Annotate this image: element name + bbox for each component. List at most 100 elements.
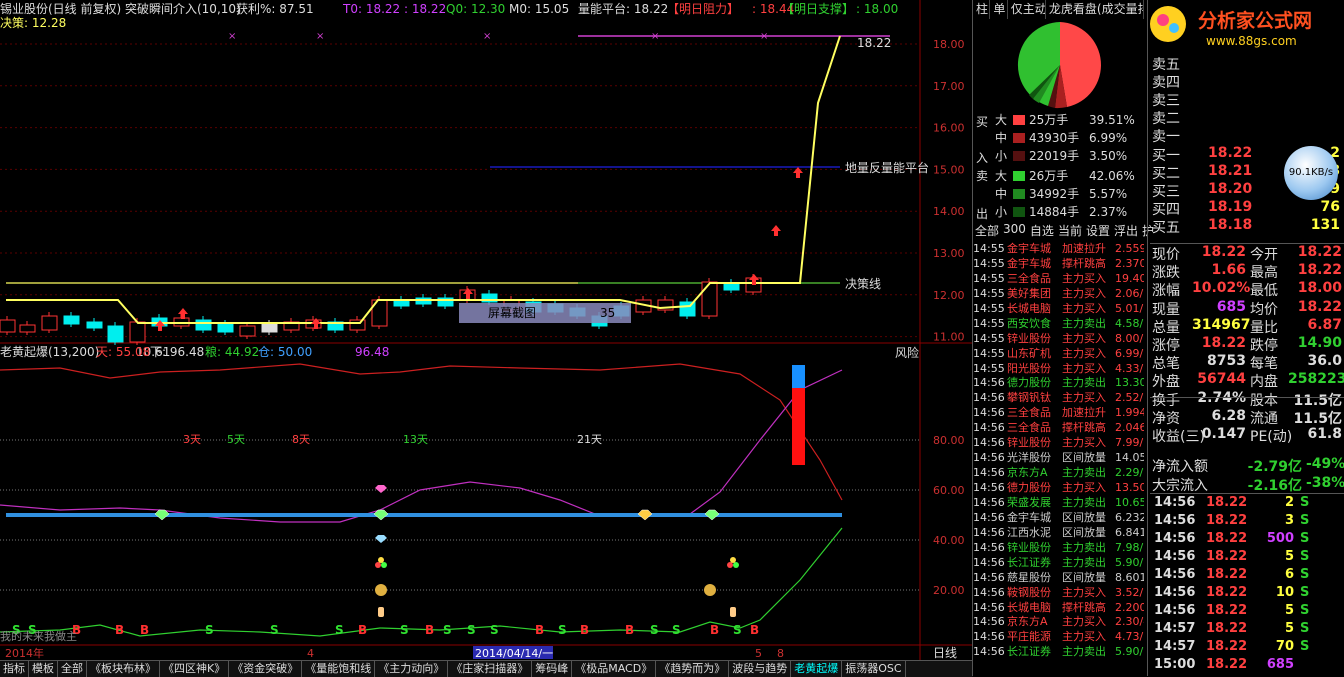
tick-row[interactable]: 14:55阳光股份主力买入 4.33/3 xyxy=(973,361,1144,376)
x-date-text: 2014/04/14/一 xyxy=(475,647,553,660)
day-mark-21: 21天 xyxy=(577,433,602,446)
quote-label: 今开 xyxy=(1250,247,1278,263)
gem-icon xyxy=(375,535,387,543)
tick-list[interactable]: 14:55 金宇车城 加速拉升 2.559 14:55 金宇车城 撑杆跳高 2.370 14:5… xyxy=(973,241,1144,662)
indicator-tab[interactable]: 老黄起爆 xyxy=(791,661,843,677)
flow-bar-item[interactable]: 当前 xyxy=(1056,222,1084,240)
right-tab[interactable]: 仅主动 xyxy=(1008,0,1046,19)
flow-bar-item[interactable]: 浮出 xyxy=(1112,222,1140,240)
gem-icon xyxy=(704,509,720,521)
indicator-tab[interactable]: 模板 xyxy=(29,661,58,677)
tick-row[interactable]: 14:56 德力股份 主力买入 13.50 xyxy=(973,480,1144,495)
tick-row[interactable]: 14:56 金宇车城 区间放量 6.232 xyxy=(973,510,1144,525)
net-flow-value: -2.16亿 xyxy=(1247,478,1302,494)
flow-percent: 39.51% xyxy=(1089,113,1135,127)
footer-watermark: 我的未来我做主 xyxy=(0,629,77,643)
indicator-tab[interactable]: 波段与趋势 xyxy=(729,661,792,677)
indicator-tab[interactable]: 振荡器OSC xyxy=(842,661,906,677)
tick-row[interactable]: 14:56攀钢钒钛主力买入 2.52/1 xyxy=(973,390,1144,405)
quote-label: 涨幅 xyxy=(1152,283,1180,300)
tick-row[interactable]: 14:56京东方A 主力卖出 2.29/3 xyxy=(973,465,1144,480)
sub-y-tick-label: 20.00 xyxy=(933,584,965,597)
right-tab[interactable]: 单 xyxy=(990,0,1008,19)
indicator-tab[interactable]: 《板块布林》 xyxy=(87,661,160,677)
tick-row[interactable]: 14:56平庄能源主力买入 4.73/3 xyxy=(973,629,1144,644)
trade-price: 18.22 xyxy=(1206,567,1248,582)
indicator-tab[interactable]: 《量能饱和线 xyxy=(302,661,376,677)
quote-label: PE(动) xyxy=(1250,429,1293,445)
tick-time: 14:56 xyxy=(973,585,1005,599)
ball-icon xyxy=(730,557,736,563)
tick-row[interactable]: 14:56锌业股份主力卖出 7.98/3 xyxy=(973,540,1144,555)
y-tick-label: 18.00 xyxy=(933,38,965,51)
tick-row[interactable]: 14:56长江证券主力卖出 5.90/1 xyxy=(973,644,1144,659)
candle-body xyxy=(63,315,80,325)
buy-signal-mark: B xyxy=(358,623,367,637)
flow-bar-item[interactable]: 300 xyxy=(1001,222,1028,240)
indicator-tab[interactable]: 《主力动向》 xyxy=(375,661,449,677)
sub-xia: 下: 96.48 xyxy=(150,345,204,359)
tick-row[interactable]: 14:56 德力股份 主力卖出 13.30 xyxy=(973,375,1144,390)
tick-row[interactable]: 14:56京东方A 主力买入 2.30/4 xyxy=(973,614,1144,629)
tick-action: 主力买入 xyxy=(1062,481,1106,494)
indicator-tab[interactable]: 《资金突破》 xyxy=(229,661,303,677)
tick-row[interactable]: 14:56 江西水泥 区间放量 6.841 xyxy=(973,525,1144,540)
trade-price: 18.22 xyxy=(1206,513,1248,528)
tick-value: 13.50 xyxy=(1115,481,1144,494)
flow-percent: 5.57% xyxy=(1089,187,1128,201)
flow-bar-item[interactable]: 全部 xyxy=(973,222,1001,240)
flow-volume: 43930手 xyxy=(1029,131,1080,145)
tick-stock: 长江证券 xyxy=(1007,555,1051,569)
tick-action: 主力买入 xyxy=(1062,391,1106,405)
tick-time: 14:56 xyxy=(973,510,1005,524)
indicator-tab[interactable]: 全部 xyxy=(58,661,87,677)
tick-row[interactable]: 14:55山东矿机主力买入 6.99/5 xyxy=(973,346,1144,361)
tick-row[interactable]: 14:56 三全食品 撑杆跳高 2.046 xyxy=(973,420,1144,435)
tick-row[interactable]: 14:55 金宇车城 加速拉升 2.559 xyxy=(973,241,1144,256)
right-tab[interactable]: 柱 xyxy=(973,0,991,19)
tick-row[interactable]: 14:55长城电脑主力买入 5.01/3 xyxy=(973,301,1144,316)
trade-price: 18.22 xyxy=(1206,585,1248,600)
flow-volume: 22019手 xyxy=(1029,149,1080,163)
indicator-tab[interactable]: 指标 xyxy=(0,661,29,677)
tick-row[interactable]: 14:56 长城电脑 撑杆跳高 2.200 xyxy=(973,600,1144,615)
trade-price: 18.22 xyxy=(1206,639,1248,654)
tick-row[interactable]: 14:55 三全食品 主力买入 19.40 xyxy=(973,271,1144,286)
flow-size: 大 xyxy=(995,169,1008,183)
trade-time: 14:57 xyxy=(1154,639,1196,654)
tick-row[interactable]: 14:56 荣盛发展 主力卖出 10.65 xyxy=(973,495,1144,510)
indicator-tab[interactable]: 《四区神K》 xyxy=(160,661,230,677)
right-tab[interactable]: 龙虎看盘(成交量排) xyxy=(1046,0,1145,19)
tick-row[interactable]: 14:56长江证券主力卖出 5.90/6 xyxy=(973,555,1144,570)
tick-row[interactable]: 14:56 慈星股份 区间放量 8.601 xyxy=(973,570,1144,585)
flow-bar-item[interactable]: 自选 xyxy=(1028,222,1056,240)
tick-row[interactable]: 14:56锌业股份主力买入 7.99/6 xyxy=(973,435,1144,450)
tick-row[interactable]: 14:56 三全食品 加速拉升 1.994 xyxy=(973,405,1144,420)
indicator-tab[interactable]: 筹码峰 xyxy=(532,661,573,677)
flow-bar-item[interactable]: 设置 xyxy=(1084,222,1112,240)
ball-icon xyxy=(727,562,733,568)
quote-value: 56744 xyxy=(1197,371,1246,388)
sub-extra: 96.48 xyxy=(355,345,389,359)
q0-label: Q0: 12.30 xyxy=(446,2,505,16)
indicator-tab[interactable]: 《极品MACD》 xyxy=(572,661,657,677)
tick-value: 7.98/3 xyxy=(1115,540,1144,554)
buy-signal-mark: B xyxy=(535,623,544,637)
tick-row[interactable]: 14:55锌业股份主力买入 8.00/5 xyxy=(973,331,1144,346)
chart-area[interactable]: 18.00 17.00 16.00 15.00 14.00 13.00 12.00 11.00… xyxy=(0,0,973,660)
tick-row[interactable]: 14:56 光洋股份 区间放量 14.05 xyxy=(973,450,1144,465)
tick-row[interactable]: 14:56鞍钢股份主力买入 3.52/3 xyxy=(973,585,1144,600)
support-value: : 18.00 xyxy=(856,2,898,16)
tick-row[interactable]: 14:55西安饮食主力卖出 4.58/1 xyxy=(973,316,1144,331)
tick-action: 主力买入 xyxy=(1062,346,1106,360)
sell-label-2: 出 xyxy=(976,207,989,221)
tick-value: 8.601 xyxy=(1115,570,1144,584)
tick-row[interactable]: 14:55美好集团主力买入 2.06/3 xyxy=(973,286,1144,301)
indicator-tab[interactable]: 《趋势而为》 xyxy=(656,661,730,677)
buy-signal-mark: B xyxy=(625,623,634,637)
quote-label: 每笔 xyxy=(1250,356,1278,373)
tick-row[interactable]: 14:55 金宇车城 撑杆跳高 2.370 xyxy=(973,256,1144,271)
indicator-tab[interactable]: 《庄家扫描器》 xyxy=(448,661,533,677)
sub-title: 老黄起爆(13,200) xyxy=(0,345,99,359)
period-label[interactable]: 日线 xyxy=(933,646,957,660)
